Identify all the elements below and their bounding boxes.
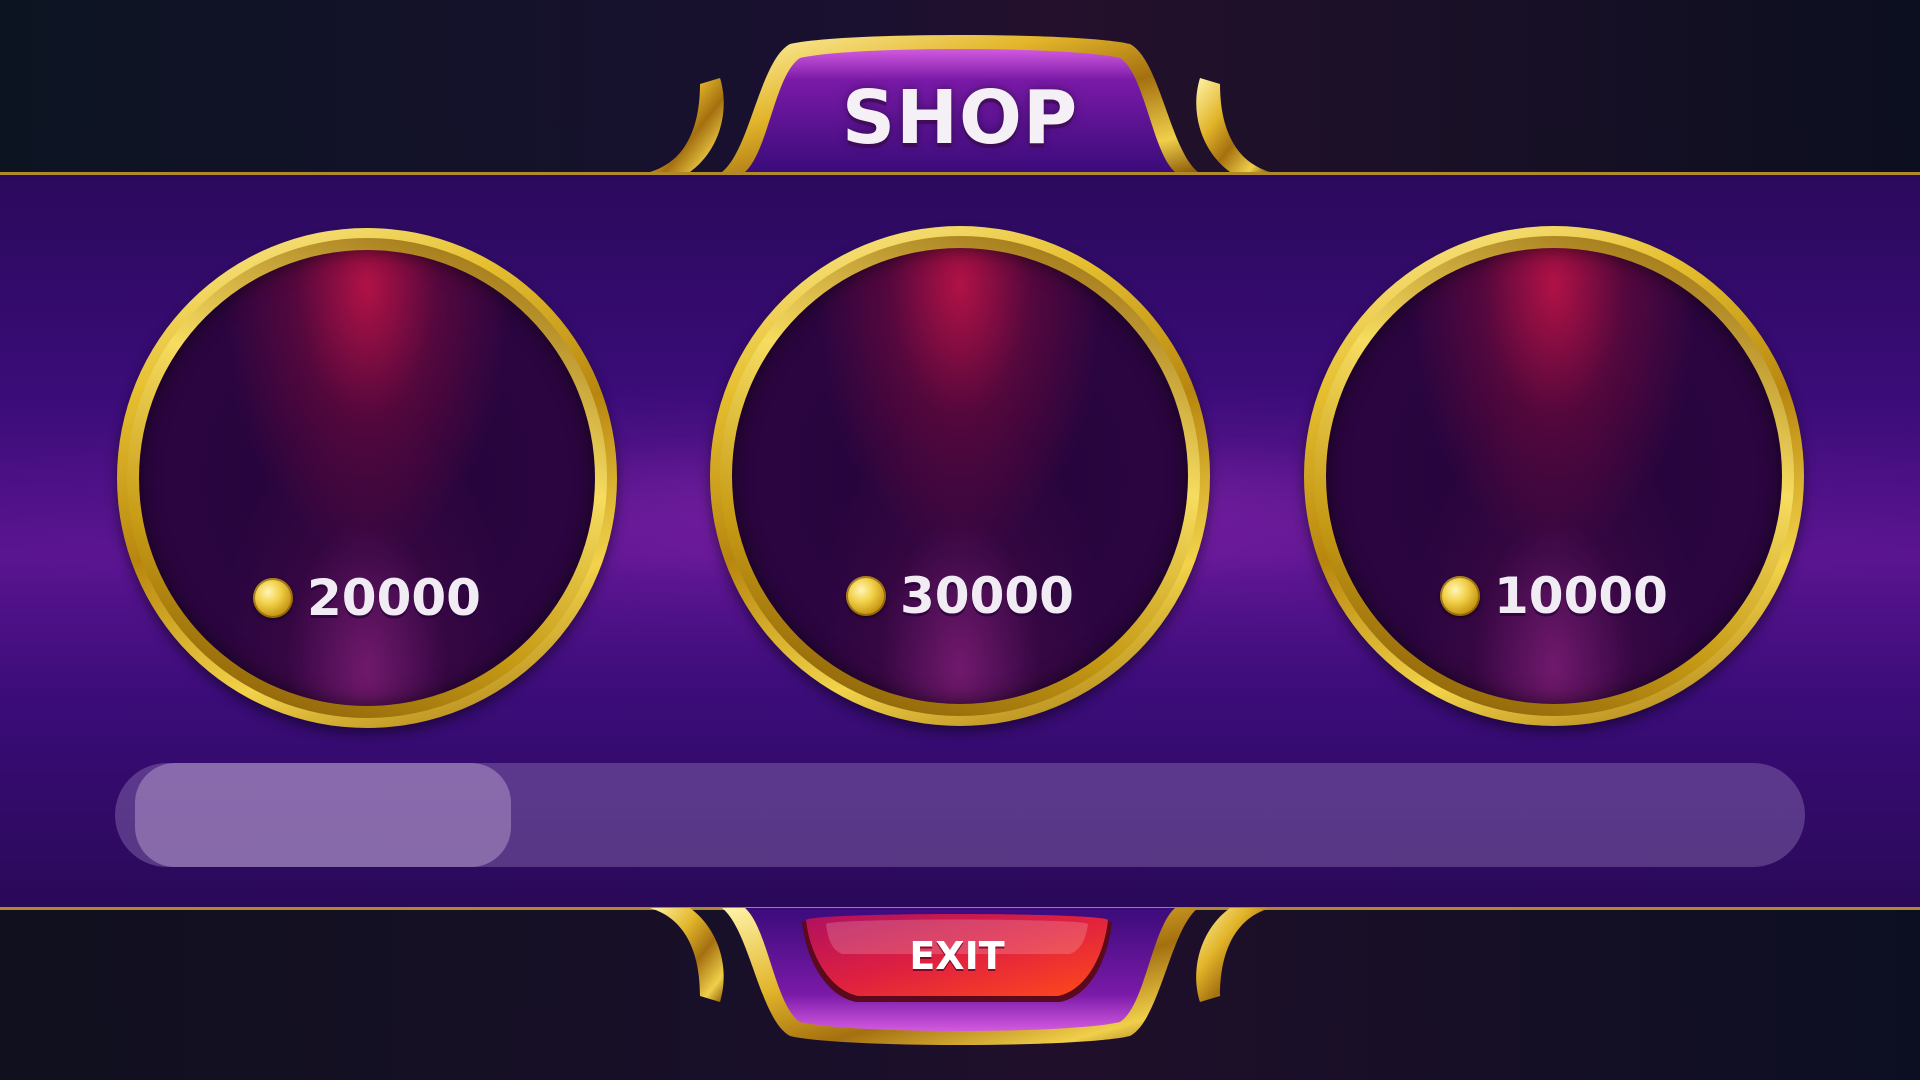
shop-item-2[interactable]: 30000 — [710, 226, 1210, 726]
item-price: 10000 — [1304, 566, 1804, 626]
gold-coin-icon — [253, 578, 294, 618]
ribbon-left-bottom — [650, 908, 724, 1002]
exit-button[interactable]: EXIT — [800, 916, 1114, 1008]
price-label: 20000 — [307, 569, 481, 627]
scrollbar-thumb[interactable] — [135, 763, 511, 867]
gold-coin-icon — [1440, 576, 1481, 616]
price-label: 10000 — [1494, 567, 1668, 625]
item-price: 20000 — [117, 568, 617, 628]
scrollbar-track[interactable] — [115, 763, 1805, 867]
item-slot — [1326, 248, 1782, 704]
gold-coin-icon — [846, 576, 887, 616]
ribbon-right-top — [1196, 78, 1270, 172]
ribbon-right-bottom — [1196, 908, 1270, 1002]
item-slot — [139, 250, 595, 706]
shop-item-1[interactable]: 20000 — [117, 228, 617, 728]
shop-item-3[interactable]: 10000 — [1304, 226, 1804, 726]
ribbon-left-top — [650, 78, 724, 172]
item-price: 30000 — [710, 566, 1210, 626]
price-label: 30000 — [900, 567, 1074, 625]
page-title: SHOP — [841, 75, 1079, 161]
exit-label: EXIT — [909, 934, 1005, 978]
item-slot — [732, 248, 1188, 704]
